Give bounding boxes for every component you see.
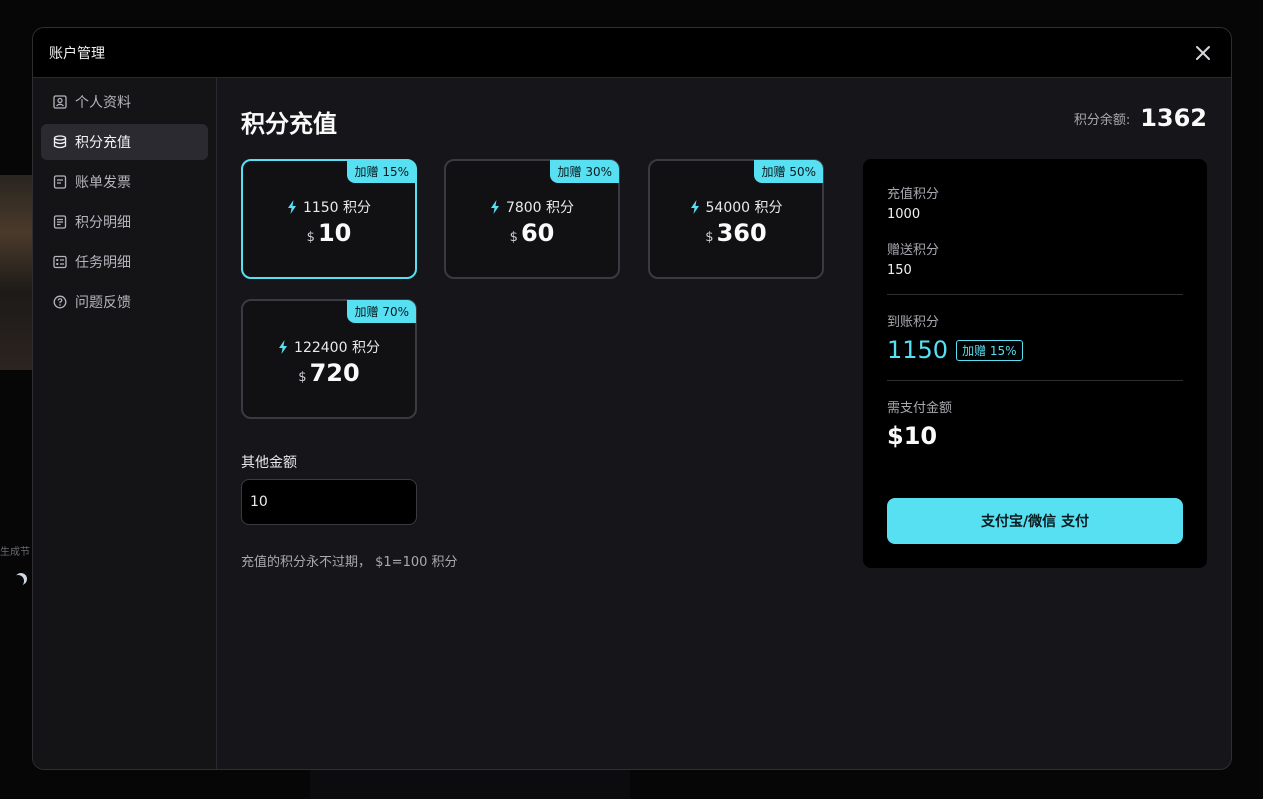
arrived-bonus-badge: 加赠 15% <box>956 339 1023 361</box>
account-management-modal: 账户管理 个人资料 积分充值 账单发票 积分明细 任务明细 问题反馈 积分充值 … <box>32 27 1232 770</box>
package-points: 1150 积分 <box>302 200 372 216</box>
sidebar: 个人资料 积分充值 账单发票 积分明细 任务明细 问题反馈 <box>33 78 217 769</box>
arrived-points-value: 1150 <box>887 336 949 364</box>
task-list-icon <box>53 255 67 269</box>
sidebar-item-label: 积分明细 <box>75 215 131 231</box>
modal-title: 账户管理 <box>49 45 105 62</box>
sidebar-item-points-detail[interactable]: 积分明细 <box>41 204 208 240</box>
sidebar-item-label: 任务明细 <box>75 255 131 271</box>
sidebar-item-invoices[interactable]: 账单发票 <box>41 164 208 200</box>
alipay-wechat-pay-button[interactable]: 支付宝/微信 支付 <box>887 498 1183 544</box>
close-icon <box>1196 45 1210 60</box>
bonus-badge: 加赠 15% <box>346 160 416 183</box>
package-card-3[interactable]: 加赠 50% 54000 积分 $ 360 <box>648 159 824 279</box>
bonus-points-label: 赠送积分 <box>887 243 940 258</box>
close-button[interactable] <box>1191 41 1215 65</box>
modal-header: 账户管理 <box>33 28 1231 78</box>
sidebar-item-task-detail[interactable]: 任务明细 <box>41 244 208 280</box>
document-list-icon <box>53 215 67 229</box>
sidebar-item-profile[interactable]: 个人资料 <box>41 84 208 120</box>
lightning-icon <box>287 200 296 214</box>
balance-value: 1362 <box>1140 104 1207 132</box>
main-content: 积分充值 积分余额: 1362 加赠 15% 1150 积分 $ 10 加赠 3… <box>217 78 1231 769</box>
lightning-icon <box>490 200 499 214</box>
lightning-icon <box>690 200 699 214</box>
sidebar-item-feedback[interactable]: 问题反馈 <box>41 284 208 320</box>
background-text-fragment: 生成节 <box>0 547 30 558</box>
balance-label: 积分余额: <box>1073 112 1131 128</box>
divider <box>887 294 1183 295</box>
package-price: 10 <box>317 219 352 247</box>
package-card-4[interactable]: 加赠 70% 122400 积分 $ 720 <box>241 299 417 419</box>
package-points: 54000 积分 <box>705 200 783 216</box>
sidebar-item-points-recharge[interactable]: 积分充值 <box>41 124 208 160</box>
package-price: 720 <box>309 359 360 387</box>
lightning-icon <box>279 340 288 354</box>
package-price: 360 <box>716 219 767 247</box>
user-card-icon <box>53 95 67 109</box>
order-summary-panel: 充值积分 1000 赠送积分 150 到账积分 1150 加赠 15% 需支付金… <box>863 159 1207 568</box>
pay-amount-label: 需支付金额 <box>887 401 953 416</box>
bonus-badge: 加赠 30% <box>549 160 619 183</box>
sidebar-item-label: 个人资料 <box>75 95 131 111</box>
other-amount-label: 其他金额 <box>241 455 297 471</box>
receipt-icon <box>53 175 67 189</box>
currency-symbol: $ <box>306 230 315 245</box>
package-points: 122400 积分 <box>294 340 380 356</box>
sidebar-item-label: 账单发票 <box>75 175 131 191</box>
page-title: 积分充值 <box>241 110 337 138</box>
currency-symbol: $ <box>705 230 714 245</box>
background-panel-fragment <box>310 770 630 799</box>
moon-icon <box>12 575 24 587</box>
package-card-1[interactable]: 加赠 15% 1150 积分 $ 10 <box>241 159 417 279</box>
arrived-points-label: 到账积分 <box>887 315 940 330</box>
pay-amount-value: $10 <box>887 422 938 450</box>
package-points: 7800 积分 <box>505 200 575 216</box>
recharge-points-value: 1000 <box>887 207 921 222</box>
help-circle-icon <box>53 295 67 309</box>
other-amount-input[interactable] <box>241 479 417 525</box>
bonus-points-value: 150 <box>887 263 912 278</box>
currency-symbol: $ <box>509 230 518 245</box>
background-image-fragment <box>0 175 34 370</box>
package-price: 60 <box>520 219 555 247</box>
bonus-badge: 加赠 70% <box>346 300 416 323</box>
modal-body: 个人资料 积分充值 账单发票 积分明细 任务明细 问题反馈 积分充值 积分余额:… <box>33 78 1231 769</box>
points-note: 充值的积分永不过期， $1=100 积分 <box>241 555 458 570</box>
sidebar-item-label: 积分充值 <box>75 135 131 151</box>
divider <box>887 380 1183 381</box>
currency-symbol: $ <box>298 370 307 385</box>
recharge-points-label: 充值积分 <box>887 187 940 202</box>
database-icon <box>53 135 67 149</box>
package-card-2[interactable]: 加赠 30% 7800 积分 $ 60 <box>444 159 620 279</box>
sidebar-item-label: 问题反馈 <box>75 295 131 311</box>
points-balance: 积分余额: 1362 <box>1074 104 1207 132</box>
bonus-badge: 加赠 50% <box>753 160 823 183</box>
